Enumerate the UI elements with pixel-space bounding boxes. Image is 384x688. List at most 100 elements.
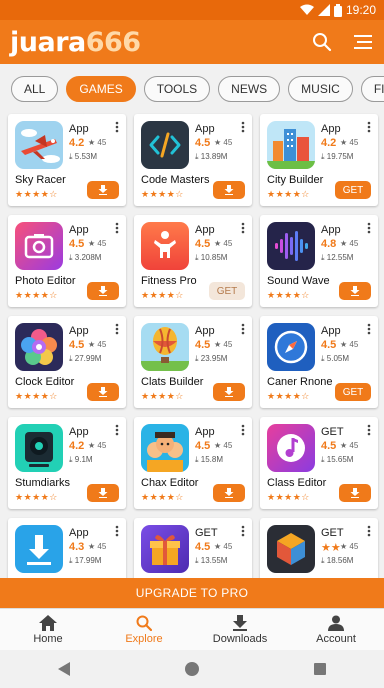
more-icon[interactable] (115, 525, 119, 537)
gift-box-icon (141, 525, 189, 573)
download-icon (98, 286, 108, 296)
tab-tools[interactable]: TOOLS (143, 76, 211, 102)
more-icon[interactable] (367, 222, 371, 234)
download-count: ⤓ 5.53M (69, 152, 97, 161)
logo-text: juara (10, 26, 86, 58)
app-card-clock-editor[interactable]: App 4.5 ★ 45 ⤓ 27.99M Clock Editor ★★★★☆ (8, 316, 126, 408)
more-icon[interactable] (115, 222, 119, 234)
rating-count: ★ 45 (340, 138, 359, 147)
app-kind: App (195, 426, 215, 438)
more-icon[interactable] (115, 323, 119, 335)
download-button[interactable] (213, 484, 245, 502)
app-card-photo-editor[interactable]: App 4.5 ★ 45 ⤓ 3.208M Photo Editor ★★★★☆ (8, 215, 126, 307)
nav-explore-label: Explore (125, 632, 163, 645)
app-card-city-builder[interactable]: App 4.2 ★ 45 ⤓ 19.75M City Builder ★★★★☆… (260, 114, 378, 206)
nav-home-label: Home (33, 632, 63, 645)
more-icon[interactable] (367, 525, 371, 537)
app-bar: juara666 (0, 20, 384, 64)
download-count-value: 17.99M (74, 556, 102, 565)
app-rating: 4.5 (195, 541, 211, 553)
download-count: ⤓ 23.95M (195, 354, 228, 363)
nav-account[interactable]: Account (291, 609, 381, 650)
rating-count: ★ 45 (214, 138, 233, 147)
status-time: 19:20 (345, 3, 376, 17)
category-tabs: ALL GAMES TOOLS NEWS MUSIC FITNESS (0, 66, 384, 112)
download-count-value: 13.89M (200, 152, 228, 161)
app-card-chax-editor[interactable]: App 4.5 ★ 45 ⤓ 15.8M Chax Editor ★★★★☆ (134, 417, 252, 509)
more-icon[interactable] (241, 424, 245, 436)
app-card-stumdiarks[interactable]: App 4.2 ★ 45 ⤓ 9.1M Stumdiarks ★★★★☆ (8, 417, 126, 509)
system-nav-bar (0, 650, 384, 688)
app-name: City Builder (267, 174, 324, 186)
nav-home[interactable]: Home (3, 609, 93, 650)
tab-all[interactable]: ALL (11, 76, 59, 102)
back-icon[interactable] (57, 662, 70, 676)
download-button[interactable] (213, 181, 245, 199)
download-button[interactable] (87, 383, 119, 401)
download-count: ⤓ 15.65M (321, 455, 354, 464)
music-note-icon (267, 424, 315, 472)
app-card-sound-wave[interactable]: App 4.8 ★ 45 ⤓ 12.55M Sound Wave ★★★★☆ (260, 215, 378, 307)
search-icon[interactable] (312, 32, 332, 52)
get-button[interactable]: GET (335, 383, 371, 401)
person-icon (328, 615, 344, 631)
rating-count-value: 45 (349, 441, 359, 450)
more-icon[interactable] (115, 121, 119, 133)
download-icon (350, 286, 360, 296)
download-button[interactable] (213, 383, 245, 401)
more-icon[interactable] (241, 323, 245, 335)
app-card-sky-racer[interactable]: App 4.2 ★ 45 ⤓ 5.53M Sky Racer ★★★★☆ (8, 114, 126, 206)
app-kind: App (69, 527, 89, 539)
more-icon[interactable] (367, 121, 371, 133)
download-count: ⤓ 9.1M (69, 455, 93, 464)
rating-count-value: 45 (97, 441, 107, 450)
more-icon[interactable] (367, 424, 371, 436)
download-button[interactable] (339, 484, 371, 502)
download-count-value: 13.55M (200, 556, 228, 565)
rating-count: ★ 45 (88, 138, 107, 147)
more-icon[interactable] (241, 121, 245, 133)
download-icon (350, 488, 360, 498)
download-count: ⤓ 19.75M (321, 152, 354, 161)
tab-games[interactable]: GAMES (66, 76, 136, 102)
recents-icon[interactable] (314, 663, 327, 675)
home-circle-icon[interactable] (184, 662, 199, 676)
star-rating: ★★★★☆ (267, 189, 310, 199)
app-rating: 4.5 (321, 440, 337, 452)
get-button[interactable]: GET (335, 181, 371, 199)
more-icon[interactable] (115, 424, 119, 436)
app-card-caner-rnone[interactable]: App 4.5 ★ 45 ⤓ 5.05M Caner Rnone ★★★★☆ G… (260, 316, 378, 408)
logo-number: 666 (85, 26, 141, 58)
menu-icon[interactable] (354, 33, 372, 51)
tab-news[interactable]: NEWS (218, 76, 281, 102)
app-kind: App (69, 325, 89, 337)
download-count: ⤓ 3.208M (69, 253, 102, 262)
download-button[interactable] (87, 282, 119, 300)
download-count: ⤓ 15.8M (195, 455, 223, 464)
app-card-class-editor[interactable]: GET 4.5 ★ 45 ⤓ 15.65M Class Editor ★★★★☆ (260, 417, 378, 509)
more-icon[interactable] (241, 222, 245, 234)
download-count: ⤓ 18.56M (321, 556, 354, 565)
tab-music[interactable]: MUSIC (288, 76, 353, 102)
rating-count-value: 45 (97, 138, 107, 147)
compass-icon (267, 323, 315, 371)
app-card-fitness-pro[interactable]: App 4.5 ★ 45 ⤓ 10.85M Fitness Pro ★★★★☆ … (134, 215, 252, 307)
more-icon[interactable] (241, 525, 245, 537)
rating-count: ★ 45 (340, 239, 359, 248)
nav-explore[interactable]: Explore (99, 609, 189, 650)
app-card-clats-builder[interactable]: App 4.5 ★ 45 ⤓ 23.95M Clats Builder ★★★★… (134, 316, 252, 408)
app-rating: 4.5 (69, 339, 85, 351)
get-button[interactable]: GET (209, 282, 245, 300)
nav-downloads[interactable]: Downloads (195, 609, 285, 650)
more-icon[interactable] (367, 323, 371, 335)
app-card-code-masters[interactable]: App 4.5 ★ 45 ⤓ 13.89M Code Masters ★★★★☆ (134, 114, 252, 206)
app-rating: 4.2 (321, 137, 337, 149)
tab-fitness[interactable]: FITNESS (360, 76, 384, 102)
upgrade-button[interactable]: UPGRADE TO PRO (0, 578, 384, 608)
download-button[interactable] (87, 181, 119, 199)
balloon-icon (141, 323, 189, 371)
rating-count: ★ 45 (88, 542, 107, 551)
download-icon (98, 185, 108, 195)
download-button[interactable] (339, 282, 371, 300)
download-button[interactable] (87, 484, 119, 502)
